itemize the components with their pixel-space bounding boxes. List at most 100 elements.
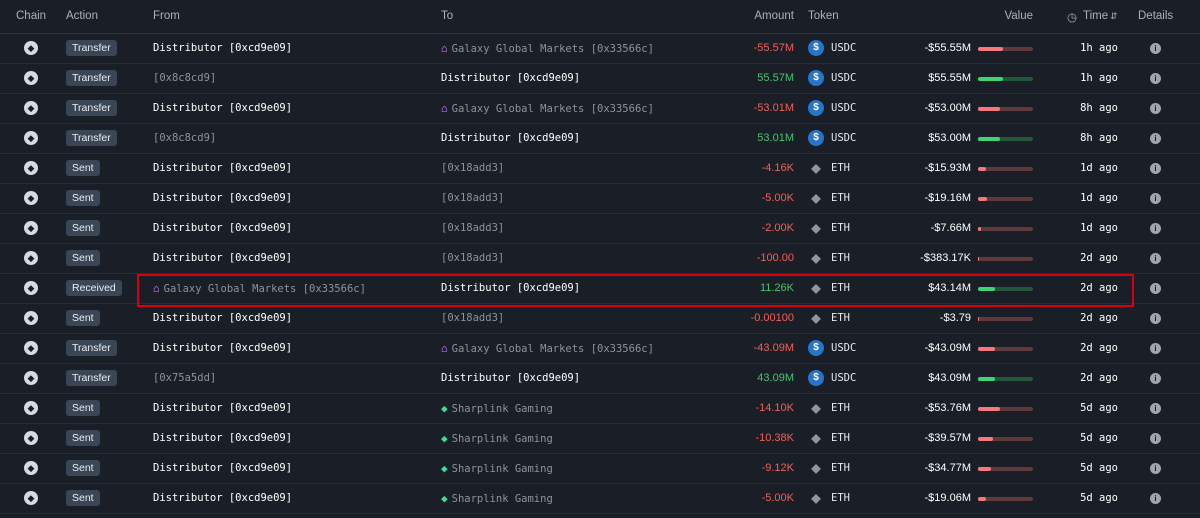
- token-symbol[interactable]: USDC: [831, 94, 856, 123]
- to-address[interactable]: ◆ Sharplink Gaming: [441, 454, 553, 484]
- value-bar-fill: [978, 47, 1003, 51]
- info-icon[interactable]: i: [1150, 343, 1161, 354]
- to-address[interactable]: [0x18add3]: [441, 154, 504, 183]
- from-address[interactable]: Distributor [0xcd9e09]: [153, 454, 292, 483]
- from-address[interactable]: Distributor [0xcd9e09]: [153, 94, 292, 123]
- token-symbol[interactable]: ETH: [831, 184, 850, 213]
- value-bar-fill: [978, 197, 987, 201]
- token-symbol[interactable]: ETH: [831, 394, 850, 423]
- value-bar: [978, 47, 1033, 51]
- token-symbol[interactable]: ETH: [831, 274, 850, 303]
- info-icon[interactable]: i: [1150, 193, 1161, 204]
- info-icon[interactable]: i: [1150, 133, 1161, 144]
- sort-icon[interactable]: ⇵: [1110, 11, 1118, 22]
- info-icon[interactable]: i: [1150, 223, 1161, 234]
- to-address[interactable]: [0x18add3]: [441, 214, 504, 243]
- from-address[interactable]: Distributor [0xcd9e09]: [153, 484, 292, 513]
- amount-value: -5.00K: [761, 192, 794, 204]
- table-row[interactable]: ◆ Sent Distributor [0xcd9e09] [0x18add3] -10…: [0, 244, 1200, 274]
- to-address[interactable]: Distributor [0xcd9e09]: [441, 274, 580, 303]
- to-address[interactable]: [0x18add3]: [441, 184, 504, 213]
- info-icon[interactable]: i: [1150, 253, 1161, 264]
- usd-value: -$19.16M: [924, 192, 971, 204]
- token-symbol[interactable]: USDC: [831, 334, 856, 363]
- info-icon[interactable]: i: [1150, 403, 1161, 414]
- table-row[interactable]: ◆ Transfer Distributor [0xcd9e09] ⌂ Galaxy G…: [0, 94, 1200, 124]
- table-row[interactable]: ◆ Sent Distributor [0xcd9e09] ◆ Sharplink Ga…: [0, 484, 1200, 514]
- token-symbol[interactable]: ETH: [831, 454, 850, 483]
- from-address[interactable]: Distributor [0xcd9e09]: [153, 34, 292, 63]
- time-ago: 1h ago: [1080, 72, 1118, 84]
- header-time[interactable]: Time: [1083, 10, 1108, 22]
- value-bar-fill: [978, 497, 987, 501]
- table-row[interactable]: ◆ Sent Distributor [0xcd9e09] [0x18add3] -4.…: [0, 154, 1200, 184]
- header-token: Token: [808, 10, 839, 22]
- info-icon[interactable]: i: [1150, 373, 1161, 384]
- table-row[interactable]: ◆ Sent Distributor [0xcd9e09] [0x18add3] -2.…: [0, 214, 1200, 244]
- table-row[interactable]: ◆ Transfer [0x8c8cd9] Distributor [0xcd9e09…: [0, 64, 1200, 94]
- table-row[interactable]: ◆ Sent Distributor [0xcd9e09] ◆ Sharplink Ga…: [0, 394, 1200, 424]
- to-address[interactable]: ◆ Sharplink Gaming: [441, 424, 553, 454]
- usdc-token-icon: $: [808, 70, 824, 86]
- token-symbol[interactable]: ETH: [831, 484, 850, 513]
- info-icon[interactable]: i: [1150, 73, 1161, 84]
- token-symbol[interactable]: USDC: [831, 364, 856, 393]
- to-address[interactable]: Distributor [0xcd9e09]: [441, 364, 580, 393]
- value-bar: [978, 227, 1033, 231]
- table-row[interactable]: ◆ Transfer [0x75a5dd] Distributor [0xcd9e09…: [0, 364, 1200, 394]
- time-ago: 2d ago: [1080, 342, 1118, 354]
- from-address[interactable]: ⌂ Galaxy Global Markets [0x33566c]: [153, 274, 366, 304]
- from-address[interactable]: Distributor [0xcd9e09]: [153, 334, 292, 363]
- info-icon[interactable]: i: [1150, 463, 1161, 474]
- to-address[interactable]: ◆ Sharplink Gaming: [441, 394, 553, 424]
- value-bar-fill: [978, 437, 994, 441]
- table-row[interactable]: ◆ Sent Distributor [0xcd9e09] [0x18add3] -5.…: [0, 184, 1200, 214]
- action-badge: Sent: [66, 310, 100, 326]
- from-address[interactable]: Distributor [0xcd9e09]: [153, 184, 292, 213]
- from-address[interactable]: [0x8c8cd9]: [153, 124, 216, 153]
- to-address[interactable]: [0x18add3]: [441, 244, 504, 273]
- header-value[interactable]: Value: [1004, 10, 1033, 22]
- from-address[interactable]: Distributor [0xcd9e09]: [153, 394, 292, 423]
- token-symbol[interactable]: USDC: [831, 34, 856, 63]
- to-address[interactable]: [0x18add3]: [441, 304, 504, 333]
- to-address[interactable]: Distributor [0xcd9e09]: [441, 64, 580, 93]
- info-icon[interactable]: i: [1150, 163, 1161, 174]
- to-address[interactable]: ⌂ Galaxy Global Markets [0x33566c]: [441, 334, 654, 364]
- action-badge: Received: [66, 280, 122, 296]
- from-address[interactable]: Distributor [0xcd9e09]: [153, 304, 292, 333]
- header-amount[interactable]: Amount: [754, 10, 794, 22]
- info-icon[interactable]: i: [1150, 103, 1161, 114]
- token-symbol[interactable]: ETH: [831, 304, 850, 333]
- token-symbol[interactable]: ETH: [831, 154, 850, 183]
- from-address[interactable]: Distributor [0xcd9e09]: [153, 424, 292, 453]
- info-icon[interactable]: i: [1150, 283, 1161, 294]
- token-symbol[interactable]: ETH: [831, 424, 850, 453]
- from-address[interactable]: [0x75a5dd]: [153, 364, 216, 393]
- from-address[interactable]: Distributor [0xcd9e09]: [153, 154, 292, 183]
- usd-value: -$43.09M: [924, 342, 971, 354]
- info-icon[interactable]: i: [1150, 493, 1161, 504]
- info-icon[interactable]: i: [1150, 43, 1161, 54]
- to-address[interactable]: ◆ Sharplink Gaming: [441, 484, 553, 514]
- info-icon[interactable]: i: [1150, 433, 1161, 444]
- from-address[interactable]: Distributor [0xcd9e09]: [153, 244, 292, 273]
- to-address[interactable]: ⌂ Galaxy Global Markets [0x33566c]: [441, 94, 654, 124]
- table-row[interactable]: ◆ Transfer [0x8c8cd9] Distributor [0xcd9e09…: [0, 124, 1200, 154]
- table-row[interactable]: ◆ Received ⌂ Galaxy Global Markets [0x33566…: [0, 274, 1200, 304]
- to-address[interactable]: Distributor [0xcd9e09]: [441, 124, 580, 153]
- token-symbol[interactable]: ETH: [831, 214, 850, 243]
- table-row[interactable]: ◆ Sent Distributor [0xcd9e09] ◆ Sharplink Ga…: [0, 454, 1200, 484]
- from-address[interactable]: [0x8c8cd9]: [153, 64, 216, 93]
- token-symbol[interactable]: USDC: [831, 124, 856, 153]
- from-address[interactable]: Distributor [0xcd9e09]: [153, 214, 292, 243]
- token-symbol[interactable]: USDC: [831, 64, 856, 93]
- amount-value: -9.12K: [761, 462, 794, 474]
- token-symbol[interactable]: ETH: [831, 244, 850, 273]
- info-icon[interactable]: i: [1150, 313, 1161, 324]
- table-row[interactable]: ◆ Sent Distributor [0xcd9e09] [0x18add3] -0.…: [0, 304, 1200, 334]
- table-row[interactable]: ◆ Transfer Distributor [0xcd9e09] ⌂ Galaxy G…: [0, 334, 1200, 364]
- table-row[interactable]: ◆ Sent Distributor [0xcd9e09] ◆ Sharplink Ga…: [0, 424, 1200, 454]
- to-address[interactable]: ⌂ Galaxy Global Markets [0x33566c]: [441, 34, 654, 64]
- table-row[interactable]: ◆ Transfer Distributor [0xcd9e09] ⌂ Galaxy G…: [0, 34, 1200, 64]
